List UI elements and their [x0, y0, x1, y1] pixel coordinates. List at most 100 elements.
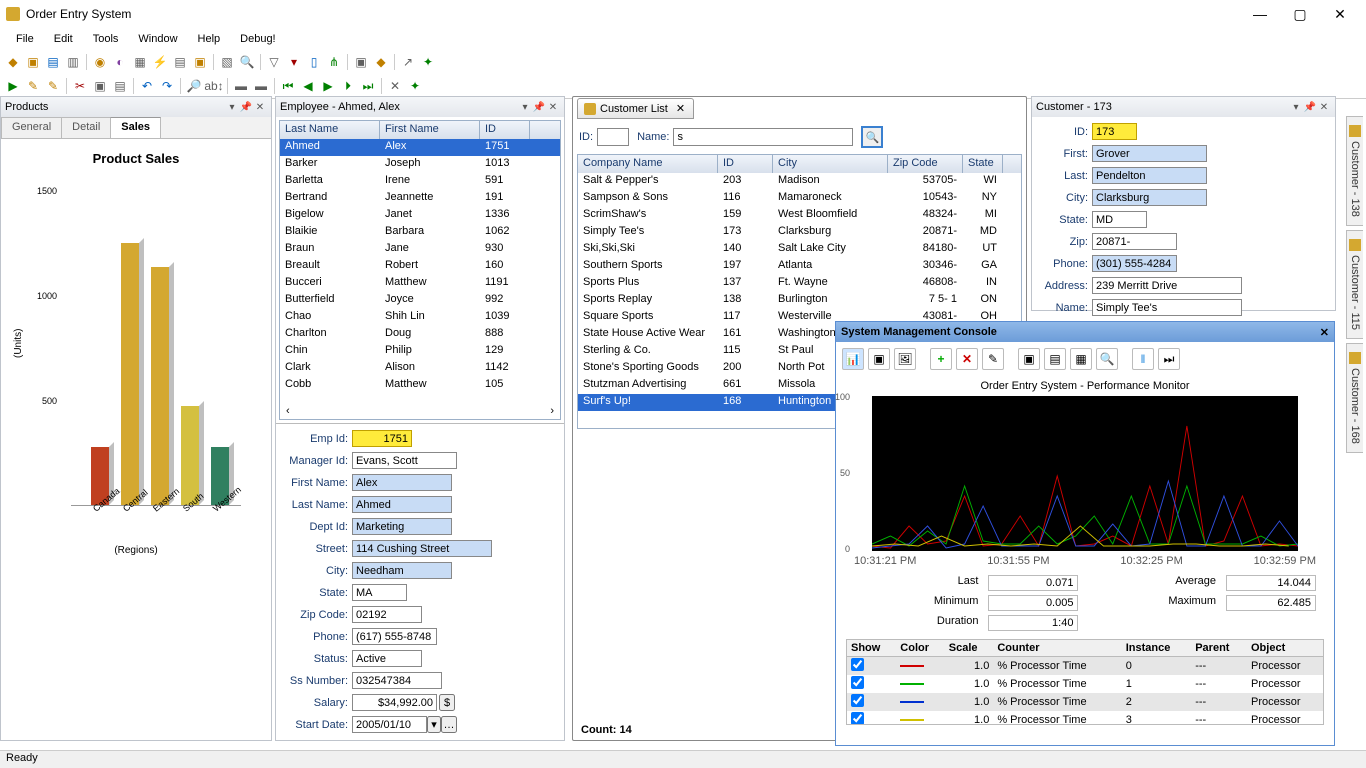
- counter-show[interactable]: [851, 694, 864, 707]
- tb2-cut-icon[interactable]: ✂: [71, 77, 89, 95]
- table-row[interactable]: CharltonDoug888: [280, 326, 560, 343]
- field-salary[interactable]: [352, 694, 437, 711]
- table-row[interactable]: ChaoShih Lin1039: [280, 309, 560, 326]
- tb-new-icon[interactable]: ◆: [4, 53, 22, 71]
- smc-layers-icon[interactable]: ▣: [868, 348, 890, 370]
- tb2-last-icon[interactable]: ⏭: [359, 77, 377, 95]
- col-zip[interactable]: Zip Code: [888, 155, 963, 173]
- table-row[interactable]: BraunJane930: [280, 241, 560, 258]
- menu-tools[interactable]: Tools: [83, 31, 129, 47]
- tb2-prev-icon[interactable]: ◀: [299, 77, 317, 95]
- field-lastname[interactable]: [352, 496, 452, 513]
- tb-props-icon[interactable]: ▤: [171, 53, 189, 71]
- table-row[interactable]: Sampson & Sons116Mamaroneck10543-NY: [578, 190, 1021, 207]
- table-row[interactable]: AhmedAlex1751: [280, 139, 560, 156]
- smc-add-icon[interactable]: +: [930, 348, 952, 370]
- maximize-button[interactable]: ▢: [1280, 2, 1320, 26]
- smc-edit-icon[interactable]: ✎: [982, 348, 1004, 370]
- pm-counter-grid[interactable]: ShowColorScaleCounterInstanceParentObjec…: [846, 639, 1324, 725]
- table-row[interactable]: ClarkAlison1142: [280, 360, 560, 377]
- tb-open-icon[interactable]: ▣: [24, 53, 42, 71]
- tb-gear-icon[interactable]: ◆: [372, 53, 390, 71]
- employee-grid-body[interactable]: AhmedAlex1751BarkerJoseph1013BarlettaIre…: [280, 139, 560, 403]
- field-empid[interactable]: [352, 430, 412, 447]
- menu-debug[interactable]: Debug!: [230, 31, 285, 47]
- tb2-find-icon[interactable]: 🔎: [185, 77, 203, 95]
- table-row[interactable]: BarkerJoseph1013: [280, 156, 560, 173]
- start-drop[interactable]: ▾: [427, 716, 441, 733]
- smc-pause-icon[interactable]: ‖: [1132, 348, 1154, 370]
- smc-zoom-icon[interactable]: 🔍: [1096, 348, 1118, 370]
- counter-col[interactable]: Color: [896, 640, 945, 657]
- smc-titlebar[interactable]: System Management Console ✕: [836, 322, 1334, 342]
- field-state[interactable]: [352, 584, 407, 601]
- field-city[interactable]: [352, 562, 452, 579]
- tb-saveall-icon[interactable]: ▥: [64, 53, 82, 71]
- counter-col[interactable]: Scale: [945, 640, 994, 657]
- tb-page-icon[interactable]: ▯: [305, 53, 323, 71]
- smc-view-icon[interactable]: 📊: [842, 348, 864, 370]
- tb-run-icon[interactable]: ⚡: [151, 53, 169, 71]
- tb2-refresh-icon[interactable]: ✦: [406, 77, 424, 95]
- employee-menu-icon[interactable]: ▾: [518, 102, 532, 113]
- table-row[interactable]: ChinPhilip129: [280, 343, 560, 360]
- field-custzip[interactable]: [1092, 233, 1177, 250]
- table-row[interactable]: BreaultRobert160: [280, 258, 560, 275]
- table-row[interactable]: ScrimShaw's159West Bloomfield48324-MI: [578, 207, 1021, 224]
- menu-help[interactable]: Help: [188, 31, 231, 47]
- table-row[interactable]: Salt & Pepper's203Madison53705-WI: [578, 173, 1021, 190]
- counter-row[interactable]: 1.0% Processor Time2---Processor: [847, 693, 1323, 711]
- table-row[interactable]: BigelowJanet1336: [280, 207, 560, 224]
- smc-remove-icon[interactable]: ✕: [956, 348, 978, 370]
- table-row[interactable]: BlaikieBarbara1062: [280, 224, 560, 241]
- smc-paste-icon[interactable]: ▤: [1044, 348, 1066, 370]
- field-ss[interactable]: [352, 672, 442, 689]
- table-row[interactable]: BertrandJeannette191: [280, 190, 560, 207]
- customer-menu-icon[interactable]: ▾: [1289, 102, 1303, 113]
- field-custstate[interactable]: [1092, 211, 1147, 228]
- counter-show[interactable]: [851, 658, 864, 671]
- tb2-run-icon[interactable]: ▶: [4, 77, 22, 95]
- field-custphone[interactable]: [1092, 255, 1177, 272]
- tab-detail[interactable]: Detail: [61, 117, 111, 138]
- tb-pie-icon[interactable]: ◐: [111, 53, 129, 71]
- salary-btn[interactable]: $: [439, 694, 455, 711]
- table-row[interactable]: Ski,Ski,Ski140Salt Lake City84180-UT: [578, 241, 1021, 258]
- counter-row[interactable]: 1.0% Processor Time3---Processor: [847, 711, 1323, 725]
- col-state[interactable]: State: [963, 155, 1003, 173]
- counter-row[interactable]: 1.0% Processor Time1---Processor: [847, 675, 1323, 693]
- col-lastname[interactable]: Last Name: [280, 121, 380, 139]
- tb-db-icon[interactable]: ◉: [91, 53, 109, 71]
- menu-edit[interactable]: Edit: [44, 31, 83, 47]
- table-row[interactable]: BarlettaIrene591: [280, 173, 560, 190]
- tb2-play-icon[interactable]: ⏵: [339, 77, 357, 95]
- tb2-next-icon[interactable]: ▶: [319, 77, 337, 95]
- field-firstname[interactable]: [352, 474, 452, 491]
- products-close-icon[interactable]: ✕: [253, 102, 267, 113]
- col-firstname[interactable]: First Name: [380, 121, 480, 139]
- menu-window[interactable]: Window: [128, 31, 187, 47]
- tb-book-icon[interactable]: ▣: [352, 53, 370, 71]
- table-row[interactable]: BucceriMatthew1191: [280, 275, 560, 292]
- customer-pin-icon[interactable]: 📌: [1303, 102, 1317, 113]
- counter-col[interactable]: Object: [1247, 640, 1323, 657]
- minimize-button[interactable]: —: [1240, 2, 1280, 26]
- custlist-tab-close[interactable]: ✕: [676, 102, 685, 115]
- tab-general[interactable]: General: [1, 117, 62, 138]
- smc-close-icon[interactable]: ✕: [1320, 326, 1329, 339]
- tb2-first-icon[interactable]: ⏮: [279, 77, 297, 95]
- sidetab-0[interactable]: Customer - 138: [1346, 116, 1363, 226]
- tb2-paste-icon[interactable]: ▤: [111, 77, 129, 95]
- tb2-uncomment-icon[interactable]: ▬: [252, 77, 270, 95]
- table-row[interactable]: ButterfieldJoyce992: [280, 292, 560, 309]
- field-start[interactable]: [352, 716, 427, 733]
- custlist-name-input[interactable]: [673, 128, 853, 146]
- col-company[interactable]: Company Name: [578, 155, 718, 173]
- field-status[interactable]: [352, 650, 422, 667]
- table-row[interactable]: Simply Tee's173Clarksburg20871-MD: [578, 224, 1021, 241]
- col-custid[interactable]: ID: [718, 155, 773, 173]
- col-city[interactable]: City: [773, 155, 888, 173]
- tb-grid-icon[interactable]: ▦: [131, 53, 149, 71]
- employee-hscroll[interactable]: ‹›: [280, 403, 560, 419]
- smc-list-icon[interactable]: ▦: [1070, 348, 1092, 370]
